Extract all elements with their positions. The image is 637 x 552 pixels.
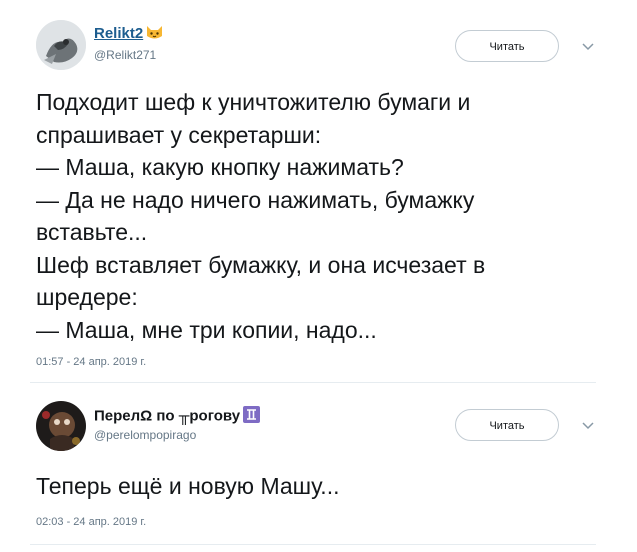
author-name[interactable]: Relikt2	[94, 24, 163, 44]
tweet-text-line: — Маша, какую кнопку нажимать?	[36, 154, 404, 180]
tweet-text-line: — Да не надо ничего нажимать, бумажку	[36, 186, 475, 213]
tweet-timestamp[interactable]: 01:57 - 24 апр. 2019 г.	[36, 356, 146, 368]
follow-button[interactable]: Читать	[455, 30, 559, 62]
tweet-text-line: шредере:	[36, 284, 138, 310]
author-name-text[interactable]: Relikt2	[94, 25, 143, 42]
cat-face-icon	[146, 24, 163, 44]
tweet-2: ПерелΩ по ╥рогову @perelompopirago Читат…	[0, 384, 637, 552]
tweet-timestamp[interactable]: 02:03 - 24 апр. 2019 г.	[36, 516, 146, 528]
gemini-icon	[243, 406, 261, 427]
divider	[30, 382, 596, 383]
tweet-text: Подходит шеф к уничтожителю бумаги и спр…	[36, 86, 485, 346]
author-name-text[interactable]: ПерелΩ по ╥рогову	[94, 407, 240, 424]
author-name[interactable]: ПерелΩ по ╥рогову	[94, 406, 261, 427]
avatar-image-icon	[36, 20, 86, 70]
avatar[interactable]	[36, 401, 86, 451]
avatar[interactable]	[36, 20, 86, 70]
tweet-text-line: Подходит шеф к уничтожителю бумаги и	[36, 89, 471, 115]
follow-button[interactable]: Читать	[455, 409, 559, 441]
tweet-1: Relikt2 @Relikt271 Читать Подходит шеф к…	[0, 0, 637, 384]
tweet-text-line: Теперь ещё и новую Машу...	[36, 473, 340, 499]
tweet-text: Теперь ещё и новую Машу...	[36, 470, 339, 503]
chevron-down-icon[interactable]	[580, 417, 596, 433]
chevron-down-icon[interactable]	[580, 38, 596, 54]
tweet-text-line: Шеф вставляет бумажку, и она исчезает в	[36, 251, 486, 278]
tweet-text-line: спрашивает у секретарши:	[36, 121, 322, 148]
avatar-image-icon	[36, 401, 86, 451]
tweet-text-line: вставьте...	[36, 219, 148, 245]
divider	[30, 544, 596, 545]
author-handle[interactable]: @perelompopirago	[94, 428, 196, 442]
tweet-text-line: — Маша, мне три копии, надо...	[36, 316, 377, 343]
author-handle[interactable]: @Relikt271	[94, 48, 156, 62]
